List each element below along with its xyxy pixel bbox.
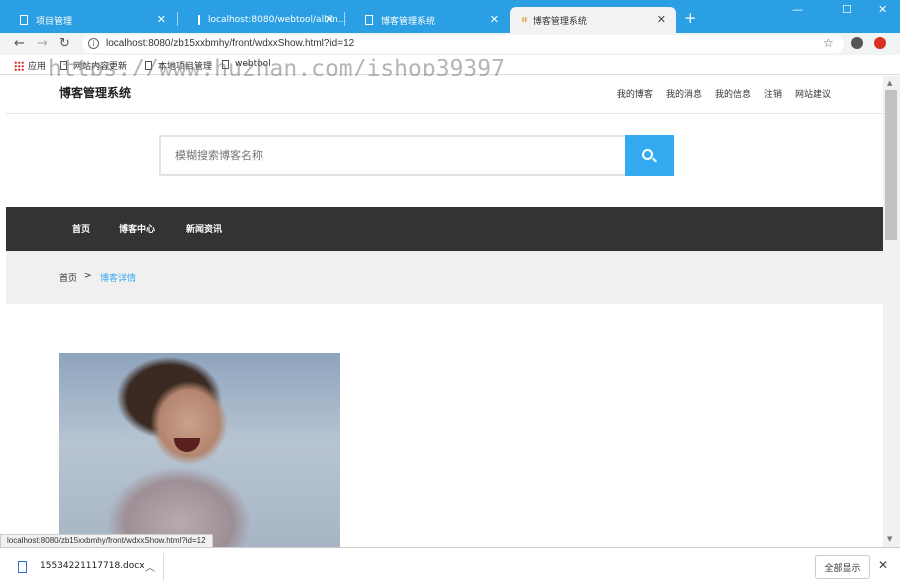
- nav-my-info[interactable]: 我的信息: [715, 87, 751, 100]
- apps-grid-icon: [14, 60, 24, 71]
- document-icon: [365, 15, 373, 25]
- close-icon[interactable]: ✕: [878, 558, 888, 572]
- document-icon: [198, 15, 200, 25]
- search-icon-handle: [652, 157, 657, 163]
- status-bar-url: localhost:8080/zb15xxbmhy/front/wdxxShow…: [0, 534, 213, 548]
- bookmark-star-icon[interactable]: ☆: [823, 36, 834, 50]
- breadcrumb-home[interactable]: 首页: [59, 271, 77, 284]
- search-button[interactable]: [625, 135, 674, 176]
- minimize-icon[interactable]: —: [792, 3, 803, 16]
- site-header: 博客管理系统 我的博客 我的消息 我的信息 注销 网站建议: [6, 76, 883, 114]
- scrollbar-thumb[interactable]: [885, 90, 897, 240]
- breadcrumb: 首页 > 博客详情: [6, 251, 883, 304]
- site-logo[interactable]: 博客管理系统: [59, 84, 131, 101]
- tab-2[interactable]: localhost:8080/webtool/all/in... ✕: [178, 7, 346, 33]
- blog-cover-image: [59, 353, 340, 547]
- url-text[interactable]: localhost:8080/zb15xxbmhy/front/wdxxShow…: [106, 38, 354, 49]
- chevron-up-icon[interactable]: ︿: [145, 559, 155, 574]
- tab-1[interactable]: 项目管理 ✕: [0, 7, 176, 33]
- show-all-button[interactable]: 全部显示: [815, 555, 870, 579]
- info-icon[interactable]: i: [88, 38, 99, 49]
- document-icon: [20, 15, 28, 25]
- image-detail: [174, 438, 200, 452]
- close-icon[interactable]: ✕: [657, 13, 666, 26]
- page-viewport: 博客管理系统 我的博客 我的消息 我的信息 注销 网站建议 首页 博客中心 新闻…: [6, 76, 883, 547]
- site-favicon-icon: ዘ: [522, 15, 527, 25]
- nav-my-blog[interactable]: 我的博客: [617, 87, 653, 100]
- bookmark-apps[interactable]: 应用: [14, 59, 46, 72]
- search-input[interactable]: [159, 135, 626, 176]
- new-tab-button[interactable]: +: [684, 9, 697, 27]
- window-close-icon[interactable]: ✕: [878, 3, 887, 16]
- forward-icon[interactable]: →: [37, 36, 48, 51]
- breadcrumb-separator: >: [84, 271, 92, 281]
- close-icon[interactable]: ✕: [490, 13, 499, 26]
- divider: [163, 553, 164, 581]
- close-icon[interactable]: ✕: [157, 13, 166, 26]
- vertical-scrollbar[interactable]: ▲ ▼: [883, 76, 900, 547]
- main-nav: 首页 博客中心 新闻资讯: [6, 207, 883, 251]
- nav-site-suggestions[interactable]: 网站建议: [795, 87, 831, 100]
- tab-label: 博客管理系统: [532, 16, 587, 27]
- nav-my-messages[interactable]: 我的消息: [666, 87, 702, 100]
- tab-3[interactable]: 博客管理系统 ✕: [345, 7, 509, 33]
- download-bar: 15534221117718.docx ︿ 全部显示 ✕: [0, 547, 900, 586]
- address-bar[interactable]: i localhost:8080/zb15xxbmhy/front/wdxxSh…: [82, 35, 844, 53]
- tab-label: 项目管理: [36, 16, 73, 27]
- account-icon[interactable]: [851, 37, 863, 49]
- scroll-up-icon[interactable]: ▲: [887, 79, 892, 87]
- back-icon[interactable]: ←: [14, 36, 25, 51]
- docx-file-icon: [18, 561, 27, 573]
- download-file-name[interactable]: 15534221117718.docx: [40, 561, 145, 571]
- maximize-icon[interactable]: ☐: [842, 3, 852, 16]
- top-nav: 我的博客 我的消息 我的信息 注销 网站建议: [617, 87, 831, 100]
- scroll-down-icon[interactable]: ▼: [887, 535, 892, 543]
- search-area: [6, 114, 883, 207]
- browser-tabbar: 项目管理 ✕ localhost:8080/webtool/all/in... …: [0, 0, 900, 33]
- breadcrumb-current: 博客详情: [100, 274, 137, 284]
- main-nav-home[interactable]: 首页: [72, 222, 90, 235]
- extension-icon[interactable]: [874, 37, 886, 49]
- reload-icon[interactable]: ↻: [59, 36, 70, 51]
- close-icon[interactable]: ✕: [325, 13, 334, 26]
- address-toolbar: ← → ↻ i localhost:8080/zb15xxbmhy/front/…: [0, 33, 900, 55]
- tab-4-active[interactable]: ዘ 博客管理系统 ✕: [510, 7, 676, 33]
- main-nav-news[interactable]: 新闻资讯: [186, 222, 222, 235]
- tab-label: 博客管理系统: [381, 16, 436, 27]
- main-nav-blog-center[interactable]: 博客中心: [119, 222, 155, 235]
- nav-logout[interactable]: 注销: [764, 87, 782, 100]
